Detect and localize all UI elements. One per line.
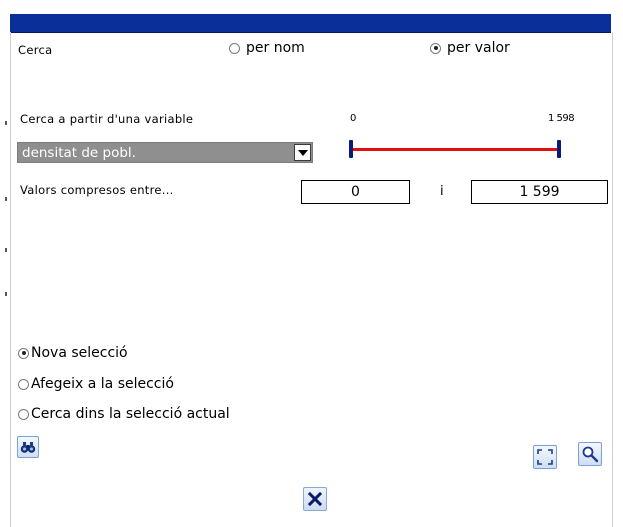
slider-min-label: 0 <box>350 113 357 124</box>
zoom-icon <box>582 446 599 463</box>
radio-per-valor[interactable]: per valor <box>430 40 510 56</box>
radio-nova-seleccio-label: Nova selecció <box>31 345 128 361</box>
slider-max-label: 1 598 <box>548 113 575 124</box>
chevron-down-icon[interactable] <box>294 144 311 161</box>
gutter-mark <box>5 248 7 252</box>
title-bar <box>10 14 611 33</box>
range-from-field[interactable]: 0 <box>301 180 410 204</box>
panel-border <box>10 32 613 527</box>
radio-per-valor-label: per valor <box>447 40 510 56</box>
radio-circle[interactable] <box>229 42 240 54</box>
radio-cerca-dins[interactable]: Cerca dins la selecció actual <box>18 406 230 422</box>
search-label: Cerca <box>18 43 53 57</box>
radio-afegeix[interactable]: Afegeix a la selecció <box>18 376 174 392</box>
radio-per-nom[interactable]: per nom <box>229 40 305 56</box>
binoculars-icon <box>20 442 36 453</box>
radio-circle[interactable] <box>18 347 29 359</box>
range-slider-max-handle[interactable] <box>557 140 561 158</box>
range-slider-track[interactable] <box>351 148 559 151</box>
variable-select[interactable]: densitat de pobl. <box>17 142 313 163</box>
close-button[interactable] <box>303 487 327 511</box>
radio-cerca-dins-label: Cerca dins la selecció actual <box>31 406 230 422</box>
gutter-mark <box>5 292 7 296</box>
full-extent-button[interactable] <box>533 445 557 469</box>
radio-afegeix-label: Afegeix a la selecció <box>31 376 174 392</box>
range-conjunction: i <box>440 184 444 199</box>
variable-label: Cerca a partir d'una variable <box>20 112 194 126</box>
search-button[interactable] <box>17 436 39 458</box>
search-panel: Cerca per nom per valor Cerca a partir d… <box>0 0 623 527</box>
range-slider-min-handle[interactable] <box>349 140 353 158</box>
radio-circle[interactable] <box>18 378 29 390</box>
radio-nova-seleccio[interactable]: Nova selecció <box>18 345 128 361</box>
gutter-mark <box>5 121 7 125</box>
radio-per-nom-label: per nom <box>246 40 305 56</box>
close-icon <box>308 492 322 506</box>
range-to-field[interactable]: 1 599 <box>471 180 608 204</box>
full-extent-icon <box>537 449 553 465</box>
radio-circle[interactable] <box>430 42 441 54</box>
radio-circle[interactable] <box>18 408 29 420</box>
variable-select-value: densitat de pobl. <box>22 145 136 161</box>
zoom-button[interactable] <box>578 442 602 466</box>
gutter-mark <box>5 197 7 201</box>
range-label: Valors compresos entre... <box>20 183 174 197</box>
